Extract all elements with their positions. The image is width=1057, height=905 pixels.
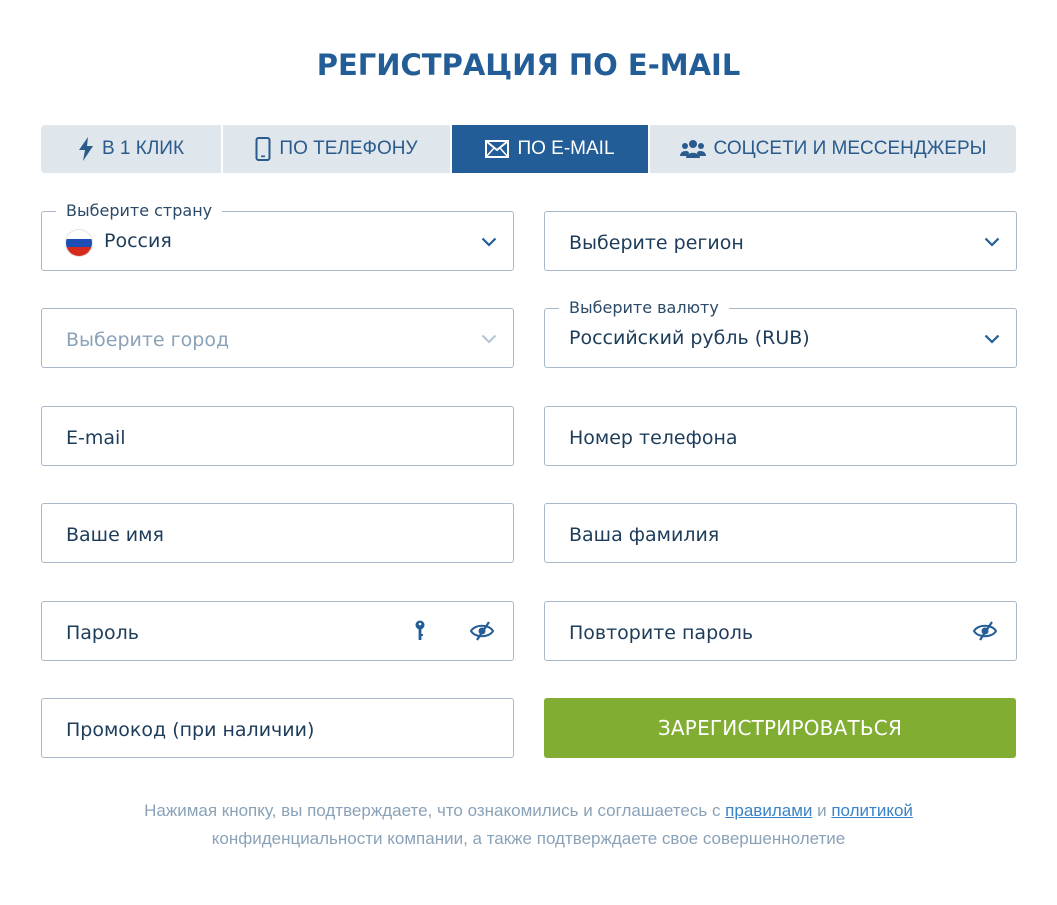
- disclaimer-text-2: конфиденциальности компании, а также под…: [211, 829, 846, 848]
- key-icon[interactable]: [414, 620, 426, 647]
- first-name-field[interactable]: Ваше имя: [41, 503, 514, 563]
- chevron-down-icon: [481, 234, 497, 252]
- terms-disclaimer: Нажимая кнопку, вы подтверждаете, что оз…: [60, 797, 997, 853]
- policy-link[interactable]: политикой: [831, 801, 913, 820]
- page-title: РЕГИСТРАЦИЯ ПО E-MAIL: [316, 48, 741, 82]
- country-select[interactable]: Выберите страну Россия: [41, 201, 514, 271]
- phone-field[interactable]: Номер телефона: [544, 406, 1017, 466]
- tab-one-click-label: В 1 КЛИК: [101, 138, 185, 159]
- phone-icon: [255, 137, 271, 161]
- currency-select[interactable]: Выберите валюту Российский рубль (RUB): [544, 298, 1017, 368]
- region-select[interactable]: Выберите регион: [544, 211, 1017, 271]
- tab-email-label: ПО E-MAIL: [517, 138, 615, 159]
- password-field[interactable]: Пароль: [41, 601, 514, 661]
- registration-tabs: В 1 КЛИК ПО ТЕЛЕФОНУ ПО E-MAIL СОЦСЕТИ И…: [41, 125, 1016, 173]
- currency-label: Выберите валюту: [559, 298, 729, 317]
- password-placeholder: Пароль: [66, 622, 139, 644]
- tab-phone-label: ПО ТЕЛЕФОНУ: [279, 138, 418, 159]
- eye-slash-icon[interactable]: [972, 621, 998, 646]
- rules-link[interactable]: правилами: [725, 801, 812, 820]
- register-button[interactable]: ЗАРЕГИСТРИРОВАТЬСЯ: [544, 698, 1016, 758]
- first-name-placeholder: Ваше имя: [66, 524, 164, 546]
- tab-phone[interactable]: ПО ТЕЛЕФОНУ: [223, 125, 452, 173]
- email-field[interactable]: E-mail: [41, 406, 514, 466]
- chevron-down-icon: [481, 331, 497, 349]
- region-placeholder: Выберите регион: [569, 232, 744, 254]
- disclaimer-text-and: и: [812, 801, 832, 820]
- promo-code-field[interactable]: Промокод (при наличии): [41, 698, 514, 758]
- country-label: Выберите страну: [56, 201, 223, 220]
- city-placeholder: Выберите город: [66, 329, 230, 351]
- chevron-down-icon: [984, 331, 1000, 349]
- lightning-icon: [78, 137, 94, 161]
- disclaimer-text-1: Нажимая кнопку, вы подтверждаете, что оз…: [144, 801, 726, 820]
- city-select[interactable]: Выберите город: [41, 308, 514, 368]
- users-icon: [679, 139, 706, 159]
- russia-flag-icon: [66, 230, 92, 256]
- tab-social-label: СОЦСЕТИ И МЕССЕНДЖЕРЫ: [713, 138, 987, 159]
- last-name-field[interactable]: Ваша фамилия: [544, 503, 1017, 563]
- promo-code-placeholder: Промокод (при наличии): [66, 719, 315, 741]
- password-repeat-placeholder: Повторите пароль: [569, 622, 754, 644]
- password-repeat-field[interactable]: Повторите пароль: [544, 601, 1017, 661]
- last-name-placeholder: Ваша фамилия: [569, 524, 720, 546]
- currency-value: Российский рубль (RUB): [569, 327, 810, 349]
- tab-email[interactable]: ПО E-MAIL: [452, 125, 650, 173]
- phone-placeholder: Номер телефона: [569, 427, 738, 449]
- email-placeholder: E-mail: [66, 427, 126, 449]
- tab-social[interactable]: СОЦСЕТИ И МЕССЕНДЖЕРЫ: [650, 125, 1016, 173]
- tab-one-click[interactable]: В 1 КЛИК: [41, 125, 223, 173]
- eye-slash-icon[interactable]: [469, 621, 495, 646]
- envelope-icon: [485, 140, 510, 158]
- chevron-down-icon: [984, 234, 1000, 252]
- country-value: Россия: [104, 230, 172, 252]
